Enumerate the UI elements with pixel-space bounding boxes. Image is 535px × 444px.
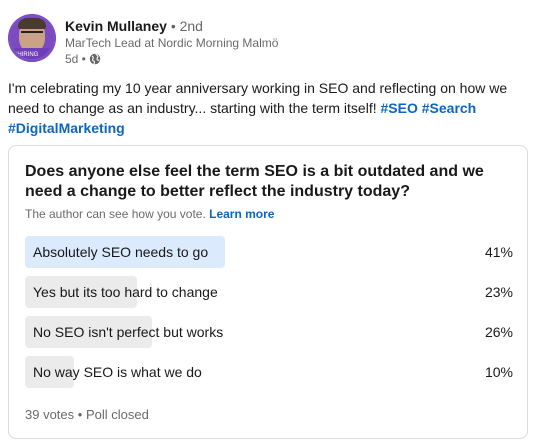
vote-note-text: The author can see how you vote. [25,207,206,221]
avatar-ring [8,14,56,62]
poll-option-percent: 23% [484,284,513,300]
feed-post: #HIRING Kevin Mullaney • 2nd MarTech Lea… [0,0,535,444]
post-time-line: 5d • [65,51,278,67]
author-name[interactable]: Kevin Mullaney [65,18,167,34]
author-meta: Kevin Mullaney • 2nd MarTech Lead at Nor… [65,18,278,67]
poll-vote-note: The author can see how you vote. Learn m… [25,206,274,222]
connection-degree: • 2nd [170,18,203,34]
poll-footer: 39 votes • Poll closed [25,407,149,423]
poll-option-label: Absolutely SEO needs to go [33,244,209,260]
globe-icon [89,53,101,65]
poll-vote-count[interactable]: 39 votes [25,407,74,422]
poll-option-label: No SEO isn't perfect but works [33,324,224,340]
poll-option-percent: 10% [484,364,513,380]
learn-more-link[interactable]: Learn more [209,207,274,221]
poll-option-label: No way SEO is what we do [33,364,202,380]
poll-card: Does anyone else feel the term SEO is a … [8,145,528,439]
author-name-line: Kevin Mullaney • 2nd [65,18,278,35]
avatar[interactable]: #HIRING [8,14,56,62]
poll-status: Poll closed [85,407,149,422]
poll-option-percent: 26% [484,324,513,340]
poll-option: Absolutely SEO needs to go 41% [25,236,513,268]
hashtag-digital-marketing[interactable]: #DigitalMarketing [8,120,125,136]
post-text: I'm celebrating my 10 year anniversary w… [8,78,528,138]
hashtag-search[interactable]: #Search [422,100,476,116]
poll-option: Yes but its too hard to change 23% [25,276,513,308]
poll-option: No way SEO is what we do 10% [25,356,513,388]
post-header: #HIRING Kevin Mullaney • 2nd MarTech Lea… [8,14,278,67]
post-time[interactable]: 5d • [65,51,86,67]
poll-option: No SEO isn't perfect but works 26% [25,316,513,348]
poll-option-label: Yes but its too hard to change [33,284,218,300]
poll-option-percent: 41% [484,244,513,260]
poll-question: Does anyone else feel the term SEO is a … [25,163,484,200]
poll-footer-separator: • [77,407,83,422]
author-headline: MarTech Lead at Nordic Morning Malmö [65,36,279,50]
hashtag-seo[interactable]: #SEO [381,100,418,116]
